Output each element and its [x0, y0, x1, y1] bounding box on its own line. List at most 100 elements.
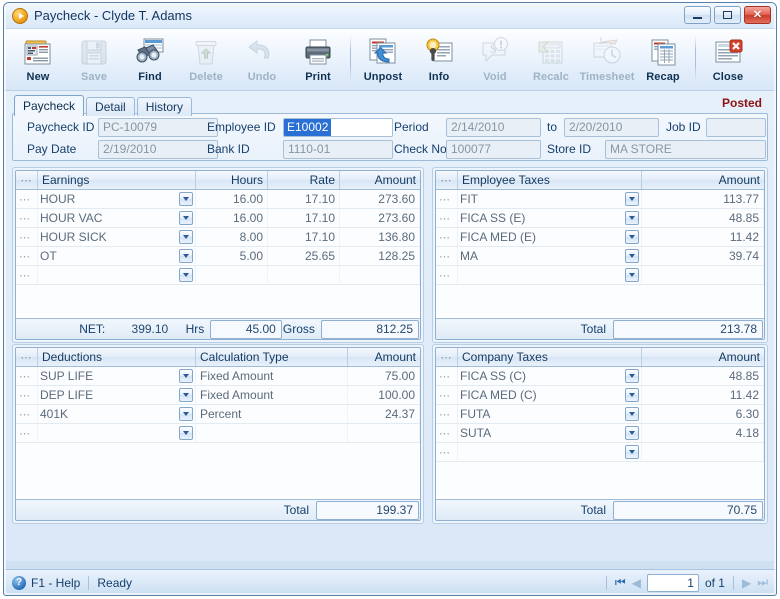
toolbar-button-delete[interactable]: Delete	[178, 33, 234, 89]
toolbar-button-close[interactable]: Close	[700, 33, 756, 89]
row-handle[interactable]: ⋯	[16, 266, 38, 284]
row-handle[interactable]: ⋯	[16, 247, 38, 265]
deduction-amount[interactable]: 75.00	[348, 367, 420, 385]
deductions-col-name[interactable]: Deductions	[38, 348, 196, 366]
row-handle[interactable]: ⋯	[16, 405, 38, 423]
table-row[interactable]: ⋯ SUP LIFE Fixed Amount 75.00	[16, 367, 420, 386]
input-store-id[interactable]: MA STORE	[605, 139, 766, 159]
earnings-rate[interactable]: 17.10	[268, 228, 340, 246]
toolbar-button-unpost[interactable]: Unpost	[355, 33, 411, 89]
chevron-down-icon[interactable]	[625, 426, 639, 440]
deduction-amount[interactable]	[348, 424, 420, 442]
earnings-amount[interactable]: 136.80	[340, 228, 420, 246]
first-record-icon[interactable]: ⏮	[615, 575, 626, 590]
chevron-down-icon[interactable]	[625, 445, 639, 459]
earnings-hours[interactable]: 16.00	[196, 209, 268, 227]
help-circle-icon[interactable]: ?	[12, 575, 26, 590]
table-row[interactable]: ⋯ DEP LIFE Fixed Amount 100.00	[16, 386, 420, 405]
row-handle[interactable]: ⋯	[436, 386, 458, 404]
input-pay-date[interactable]: 2/19/2010	[98, 139, 218, 159]
earnings-hours[interactable]: 16.00	[196, 190, 268, 208]
company-tax-amount[interactable]: 6.30	[642, 405, 764, 423]
employee-tax-amount[interactable]: 113.77	[642, 190, 764, 208]
table-row[interactable]: ⋯ HOUR VAC 16.00 17.10 273.60	[16, 209, 420, 228]
toolbar-button-print[interactable]: Print	[290, 33, 346, 89]
earnings-rate[interactable]	[268, 266, 340, 284]
deductions-col-calc[interactable]: Calculation Type	[196, 348, 348, 366]
row-handle[interactable]: ⋯	[16, 367, 38, 385]
table-row[interactable]: ⋯	[436, 443, 764, 462]
row-handle[interactable]: ⋯	[436, 266, 458, 284]
chevron-down-icon[interactable]	[179, 407, 193, 421]
deduction-amount[interactable]: 100.00	[348, 386, 420, 404]
chevron-down-icon[interactable]	[179, 369, 193, 383]
chevron-down-icon[interactable]	[625, 388, 639, 402]
input-bank-id[interactable]: 1110-01	[283, 139, 393, 159]
row-handle[interactable]: ⋯	[16, 190, 38, 208]
toolbar-button-recap[interactable]: Recap	[635, 33, 691, 89]
toolbar-button-save[interactable]: Save	[66, 33, 122, 89]
minimize-button[interactable]	[684, 6, 711, 24]
row-handle[interactable]: ⋯	[436, 405, 458, 423]
maximize-button[interactable]	[714, 6, 741, 24]
toolbar-button-timesheet[interactable]: 1 Timesheet	[579, 33, 635, 89]
earnings-amount[interactable]	[340, 266, 420, 284]
table-row[interactable]: ⋯ SUTA 4.18	[436, 424, 764, 443]
deduction-calc-type[interactable]	[196, 424, 348, 442]
company-tax-amount[interactable]: 4.18	[642, 424, 764, 442]
toolbar-button-recalc[interactable]: Recalc	[523, 33, 579, 89]
toolbar-button-undo[interactable]: Undo	[234, 33, 290, 89]
earnings-hours[interactable]: 5.00	[196, 247, 268, 265]
company-tax-amount[interactable]	[642, 443, 764, 461]
table-row[interactable]: ⋯	[16, 266, 420, 285]
row-handle[interactable]: ⋯	[436, 247, 458, 265]
row-handle[interactable]: ⋯	[436, 209, 458, 227]
earnings-rate[interactable]: 17.10	[268, 190, 340, 208]
tab-detail[interactable]: Detail	[86, 97, 135, 116]
table-row[interactable]: ⋯ FICA MED (E) 11.42	[436, 228, 764, 247]
earnings-col-hours[interactable]: Hours	[196, 171, 268, 189]
close-button[interactable]: ✕	[744, 6, 771, 24]
row-handle[interactable]: ⋯	[16, 424, 38, 442]
previous-record-icon[interactable]: ◀	[632, 576, 641, 590]
company-tax-amount[interactable]: 11.42	[642, 386, 764, 404]
chevron-down-icon[interactable]	[625, 249, 639, 263]
help-label[interactable]: F1 - Help	[31, 576, 80, 590]
chevron-down-icon[interactable]	[179, 426, 193, 440]
input-employee-id[interactable]: E10002	[283, 117, 393, 137]
table-row[interactable]: ⋯ FICA SS (E) 48.85	[436, 209, 764, 228]
chevron-down-icon[interactable]	[179, 230, 193, 244]
table-row[interactable]: ⋯ FUTA 6.30	[436, 405, 764, 424]
tab-paycheck[interactable]: Paycheck	[14, 95, 85, 116]
earnings-col-name[interactable]: Earnings	[38, 171, 196, 189]
row-handle[interactable]: ⋯	[436, 228, 458, 246]
input-period-from[interactable]: 2/14/2010	[446, 117, 541, 137]
table-row[interactable]: ⋯ FIT 113.77	[436, 190, 764, 209]
page-number-input[interactable]: 1	[646, 573, 699, 592]
employee-taxes-col-name[interactable]: Employee Taxes	[458, 171, 642, 189]
earnings-amount[interactable]: 273.60	[340, 209, 420, 227]
earnings-col-amount[interactable]: Amount	[340, 171, 420, 189]
chevron-down-icon[interactable]	[179, 249, 193, 263]
chevron-down-icon[interactable]	[179, 388, 193, 402]
employee-tax-amount[interactable]: 11.42	[642, 228, 764, 246]
table-row[interactable]: ⋯ MA 39.74	[436, 247, 764, 266]
chevron-down-icon[interactable]	[625, 211, 639, 225]
row-handle[interactable]: ⋯	[436, 424, 458, 442]
toolbar-button-void[interactable]: $ Void	[467, 33, 523, 89]
company-taxes-col-amount[interactable]: Amount	[642, 348, 764, 366]
chevron-down-icon[interactable]	[179, 192, 193, 206]
chevron-down-icon[interactable]	[625, 268, 639, 282]
company-taxes-col-name[interactable]: Company Taxes	[458, 348, 642, 366]
toolbar-button-find[interactable]: Find	[122, 33, 178, 89]
employee-tax-amount[interactable]	[642, 266, 764, 284]
table-row[interactable]: ⋯ FICA MED (C) 11.42	[436, 386, 764, 405]
earnings-hours[interactable]	[196, 266, 268, 284]
table-row[interactable]: ⋯	[16, 424, 420, 443]
deduction-amount[interactable]: 24.37	[348, 405, 420, 423]
earnings-amount[interactable]: 273.60	[340, 190, 420, 208]
table-row[interactable]: ⋯	[436, 266, 764, 285]
earnings-hours[interactable]: 8.00	[196, 228, 268, 246]
tab-history[interactable]: History	[136, 97, 193, 116]
deduction-calc-type[interactable]: Fixed Amount	[196, 367, 348, 385]
